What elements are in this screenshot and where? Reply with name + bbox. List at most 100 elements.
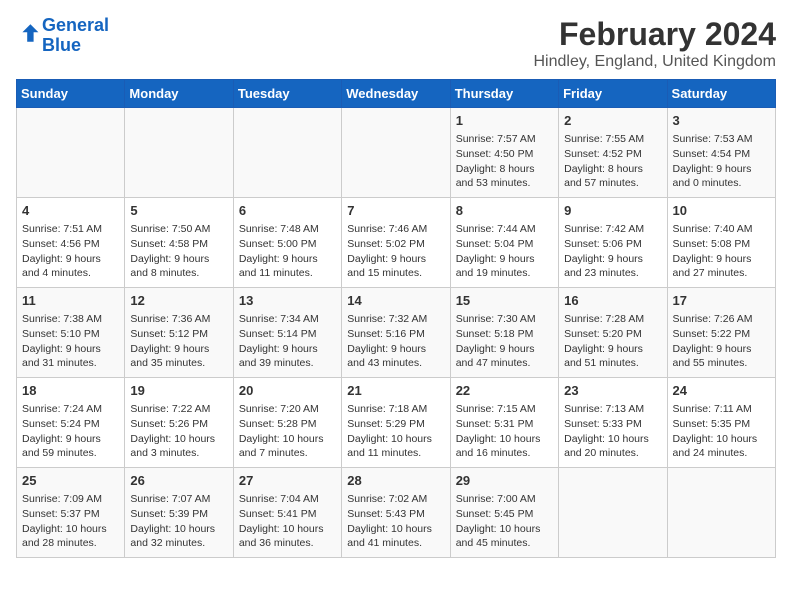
- daylight-text: Daylight: 8 hours and 57 minutes.: [564, 163, 643, 190]
- header: General Blue February 2024 Hindley, Engl…: [16, 16, 776, 71]
- daylight-text: Daylight: 9 hours and 15 minutes.: [347, 253, 426, 280]
- daylight-text: Daylight: 9 hours and 8 minutes.: [130, 253, 209, 280]
- subtitle: Hindley, England, United Kingdom: [533, 53, 776, 71]
- calendar-cell: 20Sunrise: 7:20 AMSunset: 5:28 PMDayligh…: [233, 378, 341, 468]
- sunrise-text: Sunrise: 7:11 AM: [673, 403, 752, 415]
- calendar-cell: 13Sunrise: 7:34 AMSunset: 5:14 PMDayligh…: [233, 288, 341, 378]
- day-number: 23: [564, 382, 661, 400]
- daylight-text: Daylight: 9 hours and 4 minutes.: [22, 253, 101, 280]
- calendar-cell: [17, 108, 125, 198]
- day-number: 26: [130, 472, 227, 490]
- sunrise-text: Sunrise: 7:22 AM: [130, 403, 210, 415]
- sunrise-text: Sunrise: 7:53 AM: [673, 133, 753, 145]
- day-number: 22: [456, 382, 553, 400]
- week-row-5: 25Sunrise: 7:09 AMSunset: 5:37 PMDayligh…: [17, 468, 776, 558]
- column-header-tuesday: Tuesday: [233, 80, 341, 108]
- day-number: 5: [130, 202, 227, 220]
- calendar-cell: 24 Sunrise: 7:11 AM Sunset: 5:35 PM Dayligh…: [667, 378, 775, 468]
- day-number: 27: [239, 472, 336, 490]
- calendar-cell: 9Sunrise: 7:42 AMSunset: 5:06 PMDaylight…: [559, 198, 667, 288]
- daylight-text: Daylight: 9 hours and 47 minutes.: [456, 343, 535, 370]
- daylight-text: Daylight: 9 hours and 27 minutes.: [673, 253, 752, 280]
- sunset-text: Sunset: 5:10 PM: [22, 328, 100, 340]
- daylight-text: Daylight: 9 hours and 55 minutes.: [673, 343, 752, 370]
- daylight-text: Daylight: 10 hours and 24 minutes.: [673, 433, 758, 460]
- daylight-text: Daylight: 9 hours and 35 minutes.: [130, 343, 209, 370]
- sunrise-text: Sunrise: 7:51 AM: [22, 223, 102, 235]
- daylight-text: Daylight: 10 hours and 16 minutes.: [456, 433, 541, 460]
- calendar-cell: 23Sunrise: 7:13 AMSunset: 5:33 PMDayligh…: [559, 378, 667, 468]
- calendar-cell: 27Sunrise: 7:04 AMSunset: 5:41 PMDayligh…: [233, 468, 341, 558]
- sunset-text: Sunset: 5:16 PM: [347, 328, 425, 340]
- day-number: 7: [347, 202, 444, 220]
- sunset-text: Sunset: 5:22 PM: [673, 328, 751, 340]
- sunrise-text: Sunrise: 7:13 AM: [564, 403, 644, 415]
- sunset-text: Sunset: 5:24 PM: [22, 418, 100, 430]
- sunset-text: Sunset: 5:04 PM: [456, 238, 534, 250]
- daylight-text: Daylight: 10 hours and 45 minutes.: [456, 523, 541, 550]
- daylight-text: Daylight: 9 hours and 19 minutes.: [456, 253, 535, 280]
- sunrise-text: Sunrise: 7:26 AM: [673, 313, 753, 325]
- day-number: 28: [347, 472, 444, 490]
- sunrise-text: Sunrise: 7:36 AM: [130, 313, 210, 325]
- calendar-cell: 19Sunrise: 7:22 AMSunset: 5:26 PMDayligh…: [125, 378, 233, 468]
- day-number: 15: [456, 292, 553, 310]
- sunrise-text: Sunrise: 7:18 AM: [347, 403, 427, 415]
- sunrise-text: Sunrise: 7:38 AM: [22, 313, 102, 325]
- calendar: SundayMondayTuesdayWednesdayThursdayFrid…: [16, 79, 776, 558]
- sunset-text: Sunset: 5:35 PM: [673, 418, 751, 430]
- sunset-text: Sunset: 5:20 PM: [564, 328, 642, 340]
- sunset-text: Sunset: 4:54 PM: [673, 148, 751, 160]
- daylight-text: Daylight: 9 hours and 23 minutes.: [564, 253, 643, 280]
- sunrise-text: Sunrise: 7:30 AM: [456, 313, 536, 325]
- calendar-cell: 1Sunrise: 7:57 AMSunset: 4:50 PMDaylight…: [450, 108, 558, 198]
- day-number: 19: [130, 382, 227, 400]
- daylight-text: Daylight: 10 hours and 7 minutes.: [239, 433, 324, 460]
- sunrise-text: Sunrise: 7:24 AM: [22, 403, 102, 415]
- day-number: 17: [673, 292, 770, 310]
- sunset-text: Sunset: 5:18 PM: [456, 328, 534, 340]
- column-header-monday: Monday: [125, 80, 233, 108]
- sunrise-text: Sunrise: 7:28 AM: [564, 313, 644, 325]
- calendar-cell: 29Sunrise: 7:00 AMSunset: 5:45 PMDayligh…: [450, 468, 558, 558]
- daylight-text: Daylight: 9 hours and 0 minutes.: [673, 163, 752, 190]
- calendar-cell: [342, 108, 450, 198]
- day-number: 13: [239, 292, 336, 310]
- sunrise-text: Sunrise: 7:15 AM: [456, 403, 536, 415]
- sunset-text: Sunset: 5:28 PM: [239, 418, 317, 430]
- week-row-3: 11Sunrise: 7:38 AMSunset: 5:10 PMDayligh…: [17, 288, 776, 378]
- day-number: 3: [673, 112, 770, 130]
- day-number: 29: [456, 472, 553, 490]
- week-row-1: 1Sunrise: 7:57 AMSunset: 4:50 PMDaylight…: [17, 108, 776, 198]
- calendar-cell: 4 Sunrise: 7:51 AM Sunset: 4:56 PM Daylight…: [17, 198, 125, 288]
- calendar-cell: 8Sunrise: 7:44 AMSunset: 5:04 PMDaylight…: [450, 198, 558, 288]
- sunset-text: Sunset: 5:45 PM: [456, 508, 534, 520]
- day-number: 4: [22, 202, 119, 220]
- sunrise-text: Sunrise: 7:57 AM: [456, 133, 536, 145]
- sunrise-text: Sunrise: 7:55 AM: [564, 133, 644, 145]
- day-number: 18: [22, 382, 119, 400]
- calendar-cell: [125, 108, 233, 198]
- sunrise-text: Sunrise: 7:44 AM: [456, 223, 536, 235]
- day-number: 10: [673, 202, 770, 220]
- calendar-body: 1Sunrise: 7:57 AMSunset: 4:50 PMDaylight…: [17, 108, 776, 558]
- calendar-cell: 25Sunrise: 7:09 AMSunset: 5:37 PMDayligh…: [17, 468, 125, 558]
- daylight-text: Daylight: 9 hours and 43 minutes.: [347, 343, 426, 370]
- day-number: 24: [673, 382, 770, 400]
- logo-icon: [16, 21, 40, 45]
- sunset-text: Sunset: 4:56 PM: [22, 238, 100, 250]
- day-number: 12: [130, 292, 227, 310]
- calendar-cell: 7Sunrise: 7:46 AMSunset: 5:02 PMDaylight…: [342, 198, 450, 288]
- sunrise-text: Sunrise: 7:20 AM: [239, 403, 319, 415]
- sunrise-text: Sunrise: 7:04 AM: [239, 493, 319, 505]
- daylight-text: Daylight: 8 hours and 53 minutes.: [456, 163, 535, 190]
- column-header-sunday: Sunday: [17, 80, 125, 108]
- sunset-text: Sunset: 5:00 PM: [239, 238, 317, 250]
- calendar-cell: 15 Sunrise: 7:30 AM Sunset: 5:18 PM Dayligh…: [450, 288, 558, 378]
- calendar-cell: [559, 468, 667, 558]
- calendar-cell: 11Sunrise: 7:38 AMSunset: 5:10 PMDayligh…: [17, 288, 125, 378]
- calendar-cell: 2Sunrise: 7:55 AMSunset: 4:52 PMDaylight…: [559, 108, 667, 198]
- calendar-cell: 22Sunrise: 7:15 AMSunset: 5:31 PMDayligh…: [450, 378, 558, 468]
- sunrise-text: Sunrise: 7:07 AM: [130, 493, 210, 505]
- daylight-text: Daylight: 10 hours and 11 minutes.: [347, 433, 432, 460]
